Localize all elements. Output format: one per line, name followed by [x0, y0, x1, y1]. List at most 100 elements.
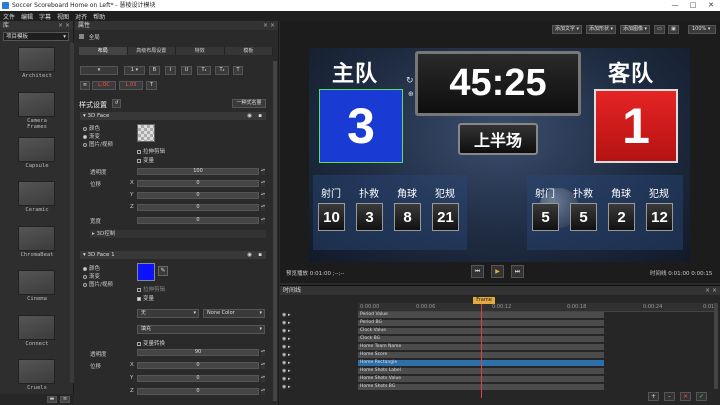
eye-icon[interactable]: ◉ ▸	[282, 312, 290, 318]
eyedropper-icon[interactable]: ✎	[158, 266, 168, 276]
properties-scrollbar[interactable]	[273, 61, 277, 401]
tab-effects[interactable]: 特效	[176, 47, 225, 55]
menu-edit[interactable]: 编辑	[21, 12, 33, 21]
font-family-select[interactable]: ▾	[80, 66, 118, 75]
color-swatch[interactable]	[137, 263, 155, 281]
eye-icon[interactable]: ◉ ▸	[282, 368, 290, 374]
add-keyframe-button[interactable]: +	[648, 392, 659, 401]
library-item[interactable]: Camera Frames	[17, 92, 57, 130]
fill-option-gradient[interactable]: 渐变	[83, 132, 100, 140]
font-size-select[interactable]: 1 ▾	[124, 66, 145, 75]
position-z-field[interactable]: 0	[137, 204, 259, 211]
color-swatch-2[interactable]: L.03	[119, 81, 143, 90]
3d-control-row[interactable]: ▸ 3D控制	[90, 230, 266, 238]
close-icon[interactable]: ✕	[702, 0, 720, 11]
rotate-handle-icon[interactable]: ↻	[406, 76, 414, 86]
close-panel-icon[interactable]: × ×	[705, 286, 717, 295]
mode-dropdown[interactable]: 无 ▾	[137, 309, 199, 318]
menu-file[interactable]: 文件	[3, 12, 15, 21]
bold-button[interactable]: B	[149, 66, 160, 75]
play-button[interactable]: ▶	[491, 265, 504, 278]
delete-icon[interactable]: ▪	[258, 112, 262, 120]
stretch-checkbox[interactable]: 拉伸剪辑	[137, 147, 165, 155]
style-preset-dropdown[interactable]: 一种式名量	[232, 99, 266, 108]
position-x-field[interactable]: 0	[137, 362, 259, 369]
skip-back-button[interactable]: ⏮	[471, 265, 484, 278]
tab-layout[interactable]: 布局	[79, 47, 128, 55]
section-3d-face[interactable]: ▾ 3D Face ◉ ▪	[80, 112, 266, 120]
eye-icon[interactable]: ◉ ▸	[282, 352, 290, 358]
home-stat-value[interactable]: 3	[356, 203, 383, 231]
menu-help[interactable]: 帮助	[93, 12, 105, 21]
library-item[interactable]: Architect	[17, 47, 57, 79]
stretch-checkbox[interactable]: 拉伸剪辑	[137, 285, 165, 293]
eye-icon[interactable]: ◉ ▸	[282, 360, 290, 366]
reset-icon[interactable]: ↺	[112, 99, 121, 108]
away-stat-value[interactable]: 5	[532, 203, 559, 231]
away-team-label[interactable]: 客队	[608, 56, 654, 88]
fill-option-color[interactable]: 颜色	[83, 264, 100, 272]
fill-option-gradient[interactable]: 渐变	[83, 272, 100, 280]
spin-icon[interactable]: ▴▾	[261, 349, 265, 356]
library-dropdown[interactable]: 项目模板 ▾	[3, 32, 69, 41]
remove-keyframe-button[interactable]: -	[664, 392, 675, 401]
anchor-icon[interactable]: ⊕	[408, 90, 414, 98]
tab-advanced-layout[interactable]: 高级布局设置	[127, 47, 176, 55]
spin-icon[interactable]: ▴▾	[261, 388, 265, 395]
library-item[interactable]: Connect	[17, 315, 57, 347]
cancel-button[interactable]: ×	[680, 392, 691, 401]
fill-option-image[interactable]: 图片/视频	[83, 280, 113, 288]
vary-transform-checkbox[interactable]: 变量转换	[137, 339, 165, 347]
fill-option-color[interactable]: 颜色	[83, 124, 100, 132]
list-icon[interactable]: ≡	[60, 396, 70, 403]
eye-icon[interactable]: ◉ ▸	[282, 344, 290, 350]
menu-align[interactable]: 对齐	[75, 12, 87, 21]
spin-icon[interactable]: ▴▾	[261, 217, 265, 224]
position-x-field[interactable]: 0	[137, 180, 259, 187]
home-stat-value[interactable]: 8	[394, 203, 421, 231]
visibility-icon[interactable]: ◉	[247, 112, 252, 120]
frame-icon[interactable]: ▭	[654, 25, 665, 34]
maximize-icon[interactable]: □	[684, 0, 702, 11]
close-panel-icon[interactable]: × ×	[58, 21, 70, 30]
timeline-scrollbar[interactable]	[714, 303, 718, 389]
add-text-button[interactable]: 添加文字 ▾	[552, 25, 582, 34]
import-icon[interactable]: ▬	[47, 396, 57, 403]
spin-icon[interactable]: ▴▾	[261, 204, 265, 211]
home-stat-value[interactable]: 21	[432, 203, 459, 231]
italic-button[interactable]: I	[165, 66, 176, 75]
home-team-label[interactable]: 主队	[332, 56, 378, 88]
spin-icon[interactable]: ▴▾	[261, 180, 265, 187]
text-case-button[interactable]: T	[233, 66, 243, 75]
eye-icon[interactable]: ◉ ▸	[282, 376, 290, 382]
eye-icon[interactable]: ◉ ▸	[282, 384, 290, 390]
subscript-button[interactable]: T₁	[197, 66, 211, 75]
home-stat-value[interactable]: 10	[318, 203, 345, 231]
library-item[interactable]: Cinema	[17, 270, 57, 302]
visibility-icon[interactable]: ◉	[247, 251, 252, 259]
spin-icon[interactable]: ▴▾	[261, 192, 265, 199]
menu-title[interactable]: 字幕	[39, 12, 51, 21]
zoom-select[interactable]: 100% ▾	[688, 25, 716, 34]
library-scrollbar[interactable]	[70, 43, 74, 383]
spin-icon[interactable]: ▴▾	[261, 375, 265, 382]
text-style-button[interactable]: T	[146, 81, 157, 90]
delete-icon[interactable]: ▪	[258, 251, 262, 259]
width-field[interactable]: 0	[137, 217, 259, 224]
add-image-button[interactable]: 添加图像 ▾	[620, 25, 650, 34]
underline-button[interactable]: U	[181, 66, 192, 75]
gradient-swatch[interactable]	[137, 124, 155, 142]
eye-icon[interactable]: ◉ ▸	[282, 328, 290, 334]
opacity-field[interactable]: 90	[137, 349, 259, 356]
timeline-ruler[interactable]: 0:00:00 0:00:06 0:00:12 0:00:18 0:00:24 …	[358, 303, 718, 312]
library-item[interactable]: Cruels	[17, 359, 57, 391]
safe-area-icon[interactable]: ▣	[668, 25, 679, 34]
position-z-field[interactable]: 0	[137, 388, 259, 395]
library-item[interactable]: Ceramic	[17, 181, 57, 213]
superscript-button[interactable]: T₂	[215, 66, 229, 75]
spin-icon[interactable]: ▴▾	[261, 168, 265, 175]
color-mode-dropdown[interactable]: None Color ▾	[203, 309, 265, 318]
fill-option-image[interactable]: 图片/视频	[83, 140, 113, 148]
period-label[interactable]: 上半场	[458, 123, 538, 155]
library-item[interactable]: Capsule	[17, 137, 57, 169]
